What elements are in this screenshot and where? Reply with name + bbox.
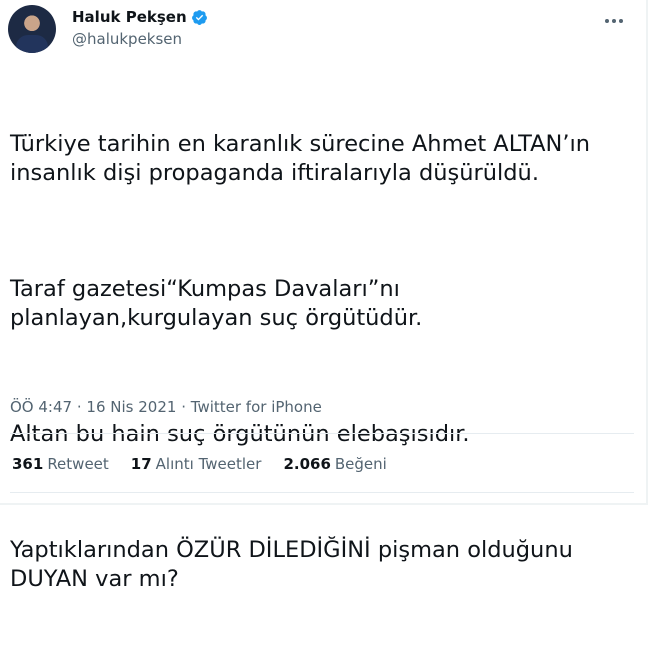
author-handle[interactable]: @halukpeksen [72,30,208,48]
more-options-icon[interactable] [600,10,628,32]
divider [10,492,634,493]
name-row: Haluk Pekşen [72,6,208,28]
verified-badge-icon [191,9,207,25]
tweet-date: 16 Nis 2021 [86,398,177,416]
tweet-text: Türkiye tarihin en karanlık sürecine Ahm… [10,72,635,652]
tweet-header: Haluk Pekşen @halukpeksen [8,2,638,58]
tweet-paragraph: Altan bu hain suç örgütünün elebaşısıdır… [10,421,470,447]
tweet-paragraph: Yaptıklarından ÖZÜR DİLEDİĞİNİ pişman ol… [10,537,580,592]
tweet-paragraph: Türkiye tarihin en karanlık sürecine Ahm… [10,131,598,186]
tweet-stats: 361 Retweet 17 Alıntı Tweetler 2.066 Beğeni [12,455,387,473]
avatar[interactable] [8,5,56,53]
like-count[interactable]: 2.066 Beğeni [283,455,386,473]
tweet-meta: ÖÖ 4:47 · 16 Nis 2021 · Twitter for iPho… [10,398,322,416]
tweet-time: ÖÖ 4:47 [10,398,73,416]
retweet-count[interactable]: 361 Retweet [12,455,109,473]
quote-tweet-count[interactable]: 17 Alıntı Tweetler [131,455,262,473]
tweet-card: Haluk Pekşen @halukpeksen Türkiye tarihi… [0,0,648,592]
author-block: Haluk Pekşen @halukpeksen [72,6,208,48]
tweet-time-link[interactable]: ÖÖ 4:47 · 16 Nis 2021 [10,398,176,416]
author-name[interactable]: Haluk Pekşen [72,8,187,26]
tweet-paragraph: Taraf gazetesi“Kumpas Davaları”nı planla… [10,276,423,331]
tweet-source[interactable]: Twitter for iPhone [191,398,322,416]
divider [10,433,634,434]
